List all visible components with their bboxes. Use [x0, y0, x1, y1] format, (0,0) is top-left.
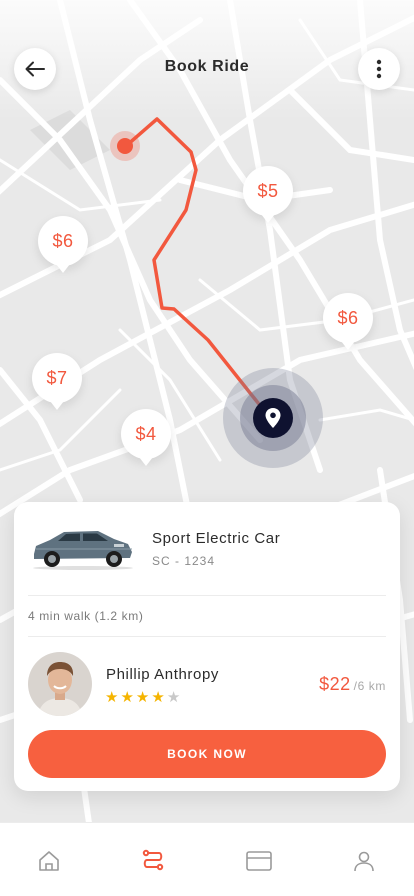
nav-route[interactable] — [137, 845, 169, 877]
star-outline-icon: ★ — [166, 689, 181, 706]
book-now-button[interactable]: BOOK NOW — [28, 730, 386, 778]
fare: $22 /6 km — [319, 674, 386, 695]
star-icon: ★ — [151, 689, 165, 706]
bottom-navigation — [0, 822, 414, 896]
vehicle-name: Sport Electric Car — [152, 530, 281, 547]
price-pin[interactable]: $4 — [121, 409, 171, 466]
location-pin-icon — [265, 408, 281, 428]
star-icon: ★ — [120, 689, 134, 706]
fare-amount: $22 — [319, 674, 351, 694]
user-icon — [354, 851, 374, 872]
route-icon — [142, 849, 164, 871]
divider — [28, 636, 386, 637]
driver-rating: ★ ★ ★ ★ ★ — [105, 688, 180, 706]
star-icon: ★ — [105, 689, 119, 706]
card-icon — [246, 851, 272, 871]
car-image — [33, 531, 133, 570]
start-location-marker — [110, 131, 140, 161]
nav-payment[interactable] — [243, 845, 275, 877]
vehicle-row[interactable]: Sport Electric Car SC - 1234 — [14, 502, 400, 596]
nav-profile[interactable] — [348, 845, 380, 877]
nav-home[interactable] — [33, 845, 65, 877]
price-pin[interactable]: $6 — [323, 293, 373, 350]
divider — [28, 595, 386, 596]
more-options-button[interactable] — [358, 48, 400, 90]
home-icon — [39, 851, 59, 871]
more-vertical-icon — [376, 59, 382, 79]
price-pin[interactable]: $6 — [38, 216, 88, 273]
fare-distance: /6 km — [353, 679, 386, 693]
price-pin[interactable]: $7 — [32, 353, 82, 410]
price-pin[interactable]: $5 — [243, 166, 293, 223]
vehicle-plate: SC - 1234 — [152, 554, 216, 568]
ride-details-card: Sport Electric Car SC - 1234 4 min walk … — [14, 502, 400, 791]
page-title: Book Ride — [164, 58, 250, 75]
driver-name: Phillip Anthropy — [106, 666, 219, 683]
destination-marker[interactable] — [223, 368, 323, 468]
star-icon: ★ — [135, 689, 150, 706]
walk-info: 4 min walk (1.2 km) — [28, 609, 144, 623]
driver-avatar[interactable] — [28, 652, 92, 716]
